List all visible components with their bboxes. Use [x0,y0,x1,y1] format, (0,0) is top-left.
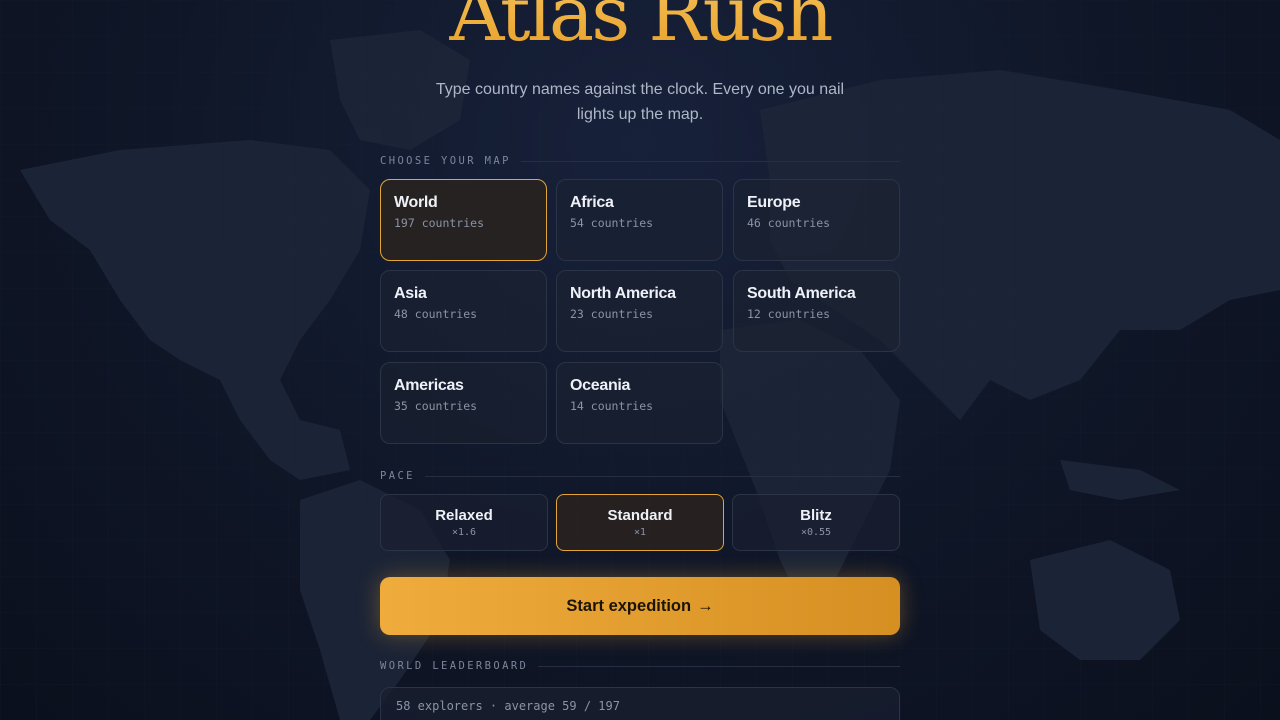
region-count: 54 countries [570,216,654,230]
region-count: 12 countries [747,307,831,321]
region-card-south-america[interactable]: South America 12 countries [733,270,900,352]
region-name: Oceania [570,377,631,394]
region-card-africa[interactable]: Africa 54 countries [556,179,723,261]
region-count: 35 countries [394,399,478,413]
leaderboard-panel: 58 explorers · average 59 / 197 [380,687,900,720]
region-name: Asia [394,285,427,302]
arrow-right-icon: → [697,596,714,615]
section-divider [520,160,900,162]
pace-name: Blitz [800,507,832,524]
pace-option-relaxed[interactable]: Relaxed ×1.6 [380,494,548,551]
pace-name: Standard [607,507,673,524]
section-divider [424,475,900,477]
region-count: 48 countries [394,307,478,321]
pace-option-standard[interactable]: Standard ×1 [556,494,724,551]
region-card-oceania[interactable]: Oceania 14 countries [556,362,723,444]
region-card-asia[interactable]: Asia 48 countries [380,270,547,352]
leaderboard-summary: 58 explorers · average 59 / 197 [396,699,620,713]
region-card-americas[interactable]: Americas 35 countries [380,362,547,444]
region-count: 197 countries [394,216,485,230]
region-name: Americas [394,377,464,394]
pace-name: Relaxed [435,507,493,524]
section-divider [538,665,900,667]
world-leaderboard-label: WORLD LEADERBOARD [380,660,900,672]
region-name: Europe [747,194,801,211]
region-card-north-america[interactable]: North America 23 countries [556,270,723,352]
pace-option-blitz[interactable]: Blitz ×0.55 [732,494,900,551]
region-count: 23 countries [570,307,654,321]
pace-multiplier: ×1.6 [451,527,477,538]
region-card-europe[interactable]: Europe 46 countries [733,179,900,261]
region-name: North America [570,285,676,302]
start-expedition-button[interactable]: Start expedition → [380,577,900,635]
region-name: World [394,194,438,211]
region-name: South America [747,285,856,302]
region-count: 46 countries [747,216,831,230]
start-button-label: Start expedition [566,596,692,615]
region-count: 14 countries [570,399,654,413]
pace-multiplier: ×1 [633,527,647,538]
pace-label: PACE [380,470,900,482]
choose-map-label: CHOOSE YOUR MAP [380,155,900,167]
app-title: Atlas Rush [0,0,1280,52]
region-name: Africa [570,194,614,211]
region-card-world[interactable]: World 197 countries [380,179,547,261]
app-subtitle: Type country names against the clock. Ev… [435,81,845,123]
pace-multiplier: ×0.55 [800,527,832,538]
